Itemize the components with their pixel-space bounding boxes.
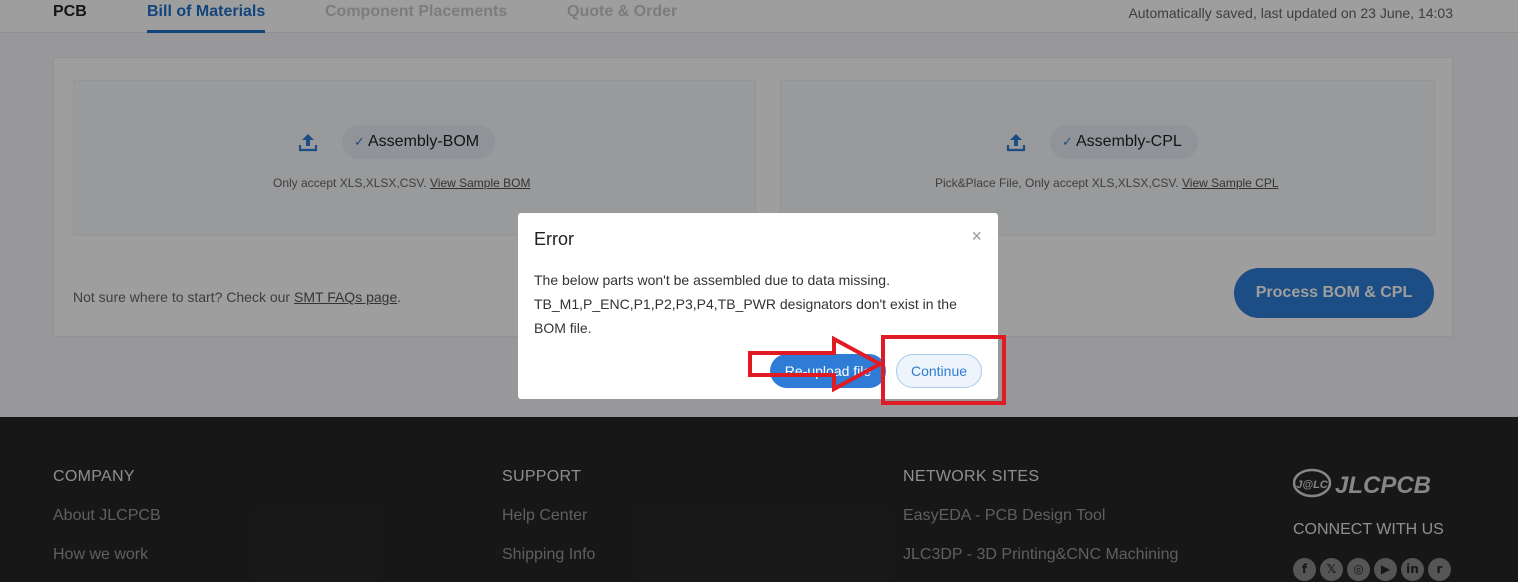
dialog-title: Error xyxy=(534,229,574,249)
annotation-highlight-box xyxy=(881,335,1006,405)
annotation-arrow-icon xyxy=(748,335,885,393)
close-icon[interactable]: × xyxy=(971,227,982,245)
dialog-message: The below parts won't be assembled due t… xyxy=(534,268,974,340)
message-line: The below parts won't be assembled due t… xyxy=(534,272,890,288)
message-line: TB_M1,P_ENC,P1,P2,P3,P4,TB_PWR designato… xyxy=(534,296,957,312)
